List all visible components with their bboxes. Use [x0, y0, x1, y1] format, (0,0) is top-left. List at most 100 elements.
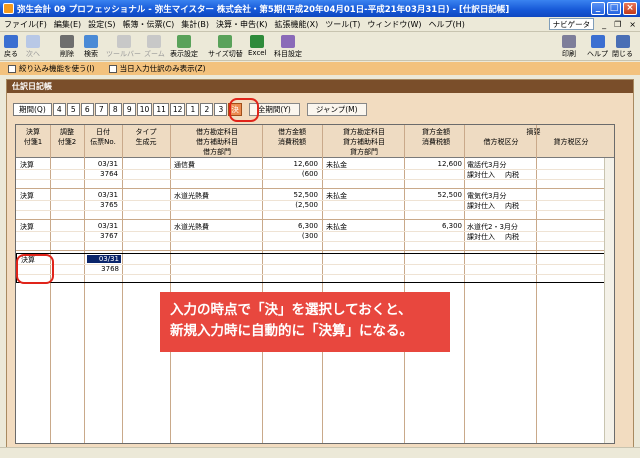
- kessan-flag: 決算: [20, 192, 34, 200]
- month-6[interactable]: 6: [80, 103, 94, 116]
- display-settings-icon: [177, 35, 191, 48]
- memo: 電気代3月分: [467, 192, 507, 200]
- col-chosei: 調整: [60, 128, 74, 136]
- menu-tools[interactable]: ツール(T): [325, 19, 360, 30]
- col-debit-taxclass: 借方税区分: [483, 138, 519, 146]
- month-1[interactable]: 1: [186, 103, 200, 116]
- journal-panel: 仕訳日記帳 期間(Q) 4 5 6 7 8 9 10 11 12 1 2 3 決…: [6, 79, 634, 449]
- print-button[interactable]: 印刷: [562, 35, 576, 59]
- menu-extensions[interactable]: 拡張機能(X): [275, 19, 319, 30]
- journal-entry[interactable]: 決算 03/31 3767 水道光熱費 6,300 (300 未払金 6,300…: [16, 221, 614, 251]
- debit-account: 通信費: [174, 161, 195, 169]
- printer-icon: [562, 35, 576, 48]
- zoom-icon: [147, 35, 162, 48]
- zoom-button[interactable]: ズーム: [144, 35, 165, 59]
- col-origin: 生成元: [135, 138, 157, 146]
- search-button[interactable]: 検索: [84, 35, 98, 59]
- minimize-button[interactable]: _: [591, 2, 605, 15]
- col-credit-acct: 貸方勘定科目: [343, 128, 385, 136]
- mdi-minimize-icon[interactable]: _: [602, 20, 606, 29]
- menu-edit[interactable]: 編集(E): [54, 19, 81, 30]
- journal-entry[interactable]: 決算 03/31 3764 通信費 12,600 (600 未払金 12,600…: [16, 159, 614, 189]
- navigator-button[interactable]: ナビゲータ: [548, 18, 595, 30]
- mdi-close-icon[interactable]: ×: [629, 20, 636, 29]
- credit-account: 未払金: [326, 223, 347, 231]
- today-only-option[interactable]: 当日入力仕訳のみ表示(Z): [108, 63, 206, 74]
- kessan-flag: 決算: [20, 161, 34, 169]
- closing-highlight-circle: [229, 98, 259, 122]
- size-toggle-button[interactable]: サイズ切替: [208, 35, 243, 59]
- entry-date-input[interactable]: 03/31: [87, 255, 121, 263]
- month-8[interactable]: 8: [108, 103, 122, 116]
- col-fusen2: 付箋2: [57, 138, 77, 146]
- filter-checkbox[interactable]: [8, 64, 16, 73]
- callout-line2: 新規入力時に自動的に「決算」になる。: [170, 323, 413, 339]
- col-memo: 摘要: [526, 128, 541, 136]
- next-button[interactable]: 次へ: [26, 35, 40, 59]
- month-3[interactable]: 3: [214, 103, 228, 116]
- credit-account: 未払金: [326, 192, 347, 200]
- copy-button[interactable]: ツールバー: [106, 35, 141, 59]
- credit-amount: 12,600: [437, 160, 463, 168]
- excel-button[interactable]: Excel: [248, 35, 267, 57]
- debit-tax: (2,500: [295, 201, 318, 209]
- menu-summary[interactable]: 集計(B): [181, 19, 209, 30]
- close-window-button[interactable]: ×: [623, 2, 637, 15]
- col-debit-amt: 借方金額: [278, 128, 306, 136]
- debit-amount: 52,500: [293, 191, 319, 199]
- credit-amount: 52,500: [437, 191, 463, 199]
- display-settings-button[interactable]: 表示設定: [170, 35, 198, 59]
- vertical-scrollbar[interactable]: [604, 158, 614, 443]
- help-button[interactable]: ヘルプ: [587, 35, 608, 59]
- menu-file[interactable]: ファイル(F): [4, 19, 47, 30]
- credit-account: 未払金: [326, 161, 347, 169]
- entry-slip: 3767: [100, 232, 118, 240]
- col-debit-acct: 借方勘定科目: [196, 128, 238, 136]
- credit-amount: 6,300: [441, 222, 462, 230]
- menu-help[interactable]: ヘルプ(H): [429, 19, 465, 30]
- month-10[interactable]: 10: [136, 103, 153, 116]
- debit-amount: 12,600: [293, 160, 319, 168]
- period-button[interactable]: 期間(Q): [13, 103, 52, 116]
- debit-account: 水道光熱費: [174, 223, 209, 231]
- col-credit-taxclass: 貸方税区分: [553, 138, 589, 146]
- account-settings-button[interactable]: 科目設定: [274, 35, 302, 59]
- month-9[interactable]: 9: [122, 103, 136, 116]
- maximize-button[interactable]: □: [607, 2, 621, 15]
- jump-button[interactable]: ジャンプ(M): [306, 103, 367, 116]
- panel-title: 仕訳日記帳: [7, 80, 633, 93]
- col-kessan: 決算: [26, 128, 40, 136]
- debit-tax: (600: [301, 170, 318, 178]
- menu-closing[interactable]: 決算・申告(K): [216, 19, 268, 30]
- col-type: タイプ: [135, 128, 157, 136]
- account-settings-icon: [281, 35, 295, 48]
- memo: 電話代3月分: [467, 161, 507, 169]
- col-debit-tax: 消費税額: [278, 138, 306, 146]
- journal-entry[interactable]: 決算 03/31 3765 水道光熱費 52,500 (2,500 未払金 52…: [16, 190, 614, 220]
- month-4[interactable]: 4: [52, 103, 66, 116]
- menu-ledger[interactable]: 帳簿・伝票(C): [122, 19, 174, 30]
- month-5[interactable]: 5: [66, 103, 80, 116]
- copy-icon: [116, 35, 131, 48]
- entry-slip: 3765: [100, 201, 118, 209]
- close-button[interactable]: 閉じる: [612, 35, 633, 59]
- month-11[interactable]: 11: [153, 103, 169, 116]
- month-7[interactable]: 7: [94, 103, 108, 116]
- tax-type: 内税: [505, 202, 519, 210]
- menu-window[interactable]: ウィンドウ(W): [367, 19, 421, 30]
- entry-date: 03/31: [97, 222, 118, 230]
- help-icon: [590, 35, 605, 48]
- filter-option[interactable]: 絞り込み機能を使う(I): [8, 63, 95, 74]
- menu-settings[interactable]: 設定(S): [88, 19, 115, 30]
- new-journal-entry[interactable]: 決算 03/31 3768: [16, 253, 614, 283]
- back-button[interactable]: 戻る: [4, 35, 18, 59]
- today-only-checkbox[interactable]: [108, 64, 117, 73]
- search-icon: [84, 35, 98, 48]
- mdi-restore-icon[interactable]: ❐: [614, 20, 621, 29]
- next-arrow-icon: [26, 35, 40, 48]
- month-12[interactable]: 12: [169, 103, 186, 116]
- tax-class: 課対仕入: [467, 202, 495, 210]
- debit-tax: (300: [301, 232, 318, 240]
- delete-button[interactable]: 削除: [60, 35, 74, 59]
- month-2[interactable]: 2: [200, 103, 214, 116]
